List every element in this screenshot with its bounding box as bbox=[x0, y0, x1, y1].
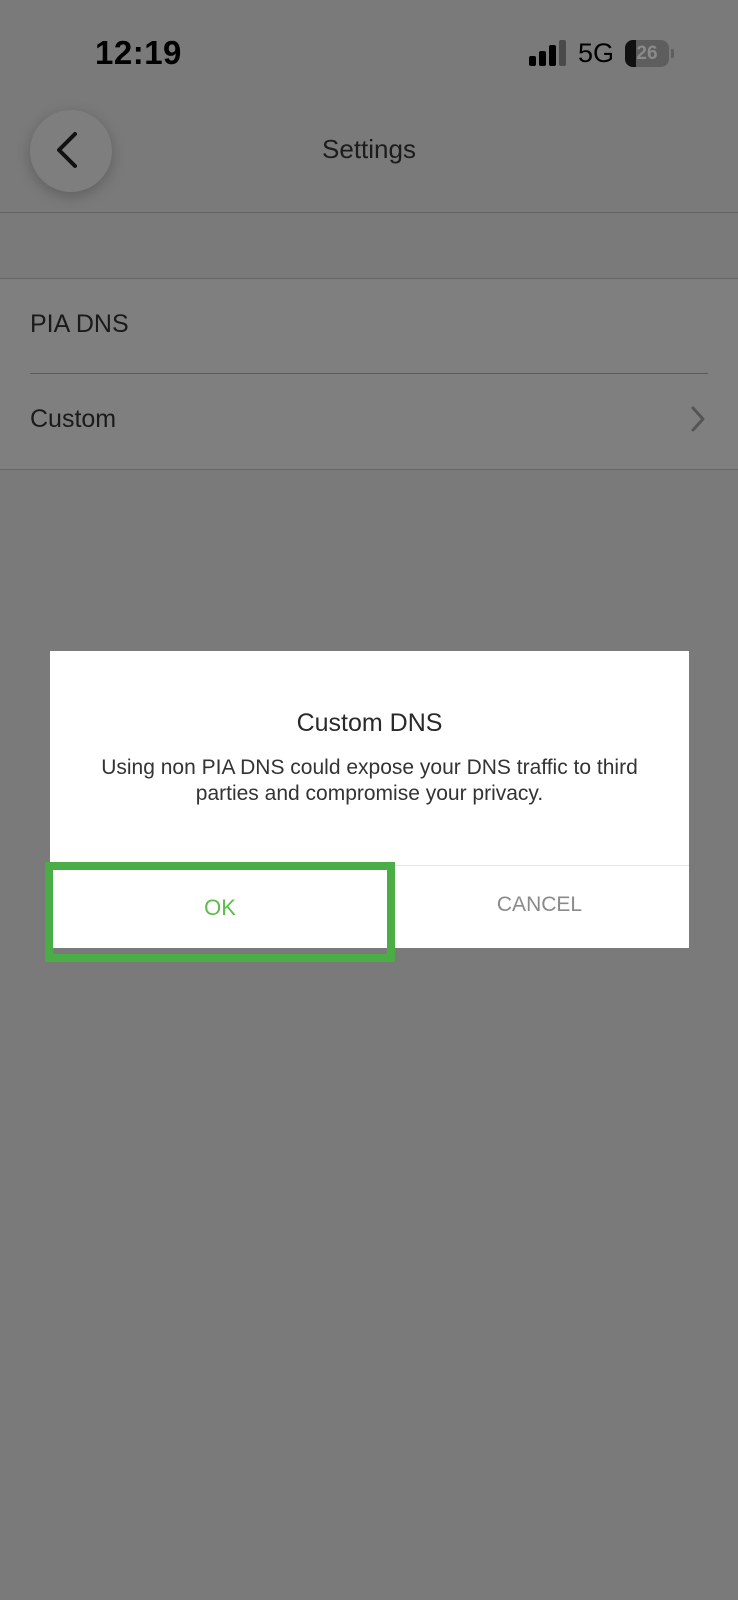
list-item-label: PIA DNS bbox=[30, 310, 129, 338]
cancel-button[interactable]: CANCEL bbox=[390, 866, 689, 948]
list-item-custom[interactable]: Custom bbox=[0, 374, 738, 468]
status-time: 12:19 bbox=[95, 34, 182, 71]
dialog-title: Custom DNS bbox=[296, 709, 443, 737]
signal-icon bbox=[529, 40, 566, 66]
dns-options-list: PIA DNS Custom bbox=[0, 278, 738, 470]
battery-level: 26 bbox=[636, 43, 658, 64]
custom-dns-dialog: Custom DNS Using non PIA DNS could expos… bbox=[50, 651, 689, 948]
list-item-pia-dns[interactable]: PIA DNS bbox=[0, 279, 738, 374]
chevron-right-icon bbox=[691, 406, 705, 432]
status-bar: 12:19 5G 26 bbox=[0, 0, 738, 100]
ok-button[interactable]: OK bbox=[50, 866, 390, 948]
network-label: 5G bbox=[578, 38, 615, 68]
dialog-message: Using non PIA DNS could expose your DNS … bbox=[101, 756, 638, 805]
page-title: Settings bbox=[322, 134, 416, 164]
battery-icon: 26 bbox=[625, 40, 675, 68]
screen: 12:19 5G 26 Settings PIA DNS Custom Cust… bbox=[0, 0, 738, 1600]
header: Settings bbox=[0, 100, 738, 213]
ok-label: OK bbox=[204, 895, 236, 920]
list-item-label: Custom bbox=[30, 405, 117, 433]
cancel-label: CANCEL bbox=[496, 893, 583, 916]
